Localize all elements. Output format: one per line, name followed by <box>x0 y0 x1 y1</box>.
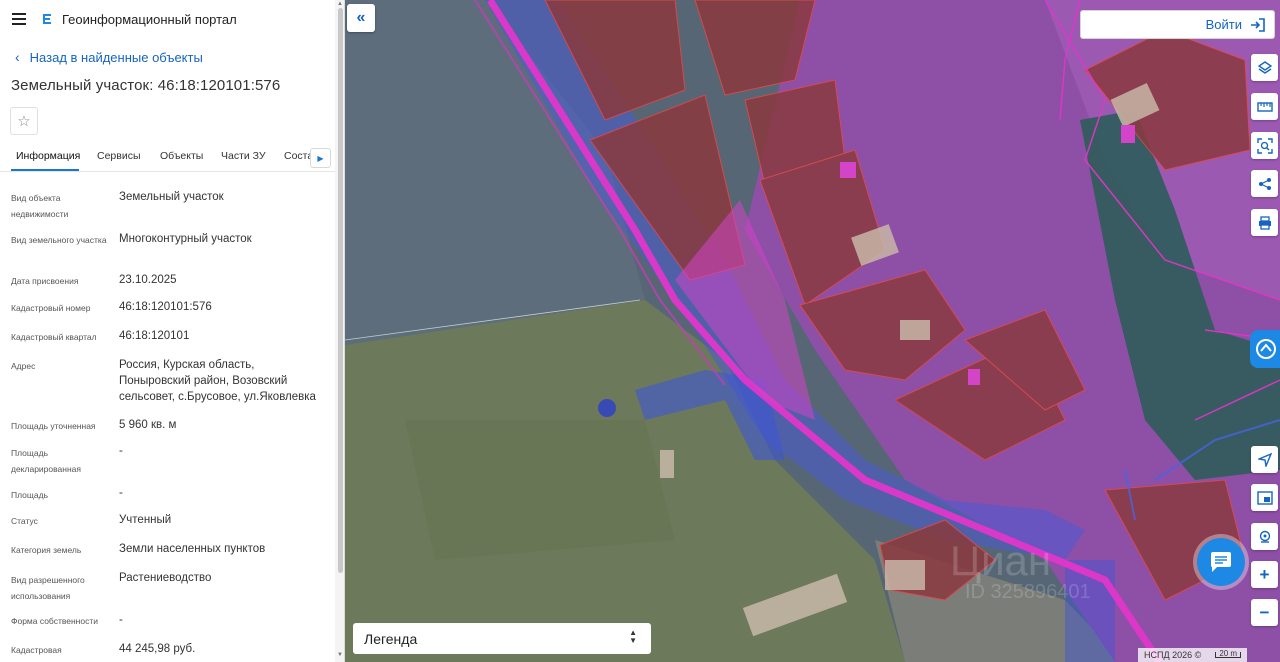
prop-value: 44 245,98 руб. <box>119 643 196 655</box>
my-location-button[interactable] <box>1251 446 1278 473</box>
prop-label: Площадь <box>11 490 49 500</box>
prop-label: Форма собственности <box>11 616 98 626</box>
tab-information[interactable]: Информация <box>16 150 80 162</box>
double-chevron-left-icon: « <box>356 9 366 26</box>
layers-icon <box>1257 60 1272 74</box>
zoom-out-button[interactable]: − <box>1251 599 1278 626</box>
tab-parts[interactable]: Части ЗУ <box>221 150 266 162</box>
layers-button[interactable] <box>1251 54 1278 81</box>
caret-right-icon: ▶ <box>317 153 324 163</box>
scale-bar: 20 m <box>1215 649 1242 658</box>
prop-value: Россия, Курская область, Поныровский рай… <box>119 359 316 403</box>
login-arrow-icon <box>1251 17 1265 32</box>
locate-icon <box>1257 452 1272 467</box>
login-label: Войти <box>1205 17 1242 32</box>
prop-label: Площадь уточненная <box>11 421 96 431</box>
attribution-text: НСПД 2026 © <box>1144 650 1202 660</box>
active-tab-indicator <box>11 169 79 171</box>
panel-scrollbar-thumb[interactable] <box>338 8 343 573</box>
prop-value: - <box>119 445 123 457</box>
prop-label: Адрес <box>11 361 36 371</box>
map-attribution: НСПД 2026 © 20 m <box>1138 648 1248 662</box>
prop-label: Категория земель <box>11 545 82 555</box>
prop-label: Вид земельного участка <box>11 235 107 245</box>
prop-value: Земли населенных пунктов <box>119 543 266 555</box>
prop-value: 46:18:120101:576 <box>119 301 212 313</box>
prop-label: Статус <box>11 516 38 526</box>
prop-value: - <box>119 487 123 499</box>
prop-value: Многоконтурный участок <box>119 233 252 245</box>
prop-label: Кадастровая <box>11 645 62 655</box>
prop-label: Вид разрешенного использования <box>11 575 85 601</box>
print-icon <box>1258 215 1271 230</box>
map-canvas[interactable]: Циан ID 325896401 <box>345 0 1280 662</box>
tabs-scroll-right-button[interactable]: ▶ <box>310 148 331 168</box>
select-area-button[interactable] <box>1251 132 1278 159</box>
favorite-star-button[interactable]: ☆ <box>10 107 38 135</box>
prop-value: 23.10.2025 <box>119 274 177 286</box>
zoom-in-button[interactable]: + <box>1251 561 1278 588</box>
minus-icon: − <box>1259 602 1270 622</box>
tab-objects[interactable]: Объекты <box>160 150 203 162</box>
legend-dropdown[interactable]: Легенда ▲ ▼ <box>353 623 651 654</box>
minimap-icon <box>1256 490 1273 505</box>
measure-button[interactable] <box>1251 93 1278 120</box>
chat-icon <box>1211 552 1231 572</box>
back-to-results-link[interactable]: ‹ Назад в найденные объекты <box>0 38 344 76</box>
prop-value: 46:18:120101 <box>119 330 190 342</box>
prop-value: Учтенный <box>119 514 172 526</box>
prop-label: Кадастровый номер <box>11 303 91 313</box>
page-title: Земельный участок: 46:18:120101:576 <box>11 77 281 94</box>
object-info-panel: Геоинформационный портал ‹ Назад в найде… <box>0 0 345 662</box>
svg-text:ID 325896401: ID 325896401 <box>965 581 1091 603</box>
scroll-up-icon[interactable]: ▲ <box>336 1 344 7</box>
prop-label: Кадастровый квартал <box>11 332 97 342</box>
star-icon: ☆ <box>17 113 31 130</box>
prop-value: 5 960 кв. м <box>119 419 177 431</box>
portal-logo-icon <box>43 14 51 24</box>
chat-button[interactable] <box>1197 538 1245 586</box>
prop-label: Вид объекта недвижимости <box>11 193 69 219</box>
satellite-map: Циан ID 325896401 <box>345 0 1280 662</box>
prop-value: Растениеводство <box>119 572 212 584</box>
back-link-label: Назад в найденные объекты <box>29 49 203 65</box>
share-button[interactable] <box>1251 170 1278 197</box>
expand-collapse-icon: ▲ ▼ <box>629 628 637 645</box>
svg-text:Циан: Циан <box>950 537 1051 584</box>
minimap-button[interactable] <box>1251 484 1278 511</box>
pin-icon <box>1259 530 1270 543</box>
prop-value: Земельный участок <box>119 191 224 203</box>
scale-label: 20 m <box>1219 649 1238 658</box>
chevron-left-icon: ‹ <box>15 49 20 65</box>
login-button[interactable]: Войти <box>1080 10 1275 39</box>
ruler-icon <box>1256 101 1273 112</box>
prop-value: - <box>119 614 123 626</box>
scroll-down-icon[interactable]: ▼ <box>336 652 344 658</box>
app-title: Геоинформационный портал <box>62 11 237 27</box>
plus-icon: + <box>1259 564 1270 584</box>
collapse-panel-button[interactable]: « <box>347 4 375 32</box>
print-button[interactable] <box>1251 209 1278 236</box>
prop-label: Площадь декларированная <box>11 448 81 474</box>
legend-label: Легенда <box>364 630 418 647</box>
pin-button[interactable] <box>1251 523 1278 550</box>
tab-services[interactable]: Сервисы <box>97 150 141 162</box>
tab-composition[interactable]: Соста <box>284 150 313 162</box>
feedback-icon <box>1256 339 1276 359</box>
prop-label: Дата присвоения <box>11 276 79 286</box>
share-icon <box>1258 177 1271 190</box>
select-area-icon <box>1256 137 1273 154</box>
panel-header: Геоинформационный портал <box>0 0 344 38</box>
object-tabs: Информация Сервисы Объекты Части ЗУ Сост… <box>0 145 335 172</box>
hamburger-menu-icon[interactable] <box>12 13 26 25</box>
side-panel-tab[interactable] <box>1250 330 1280 368</box>
